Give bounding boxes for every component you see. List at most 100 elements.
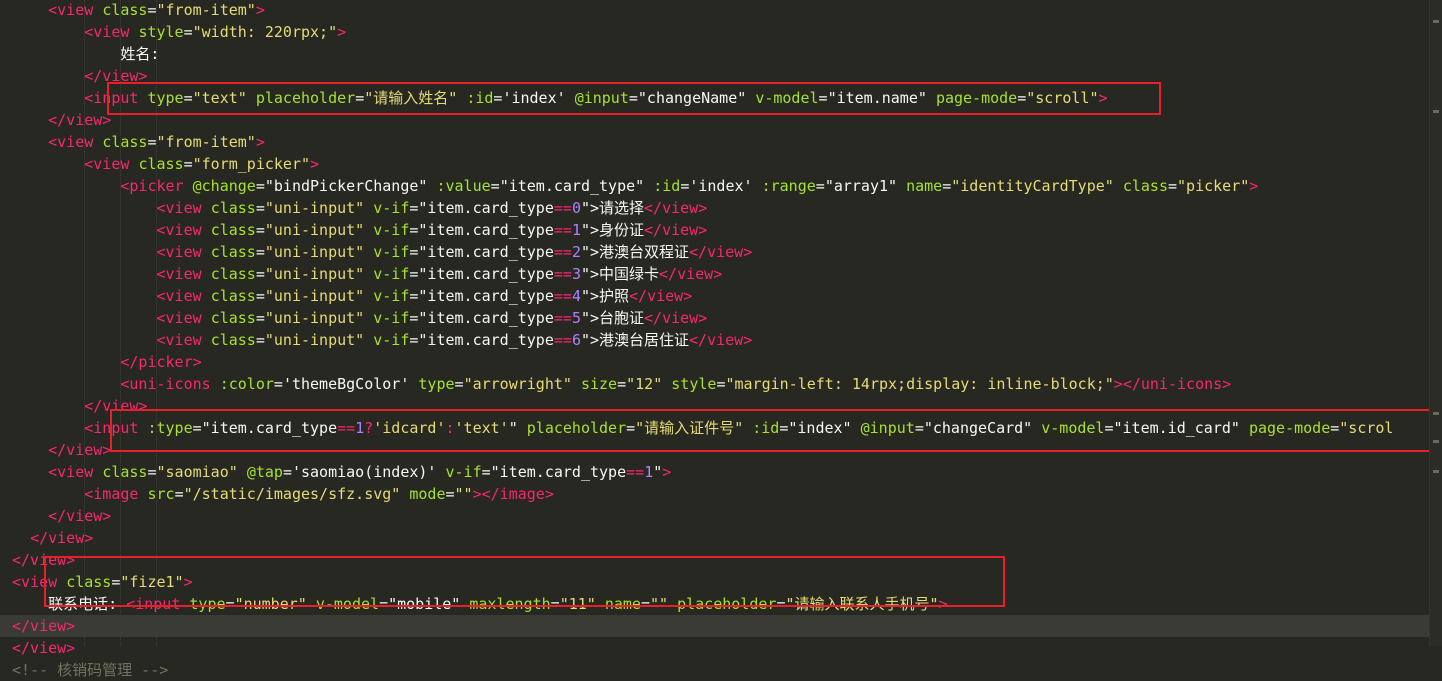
- code-line[interactable]: </view>: [0, 527, 1442, 549]
- code-line[interactable]: <view class="from-item">: [0, 0, 1442, 21]
- code-token: <view: [84, 23, 130, 41]
- code-line[interactable]: 姓名:: [0, 43, 1442, 65]
- code-token: <view: [48, 1, 94, 19]
- code-line[interactable]: </view>: [0, 637, 1442, 659]
- code-line[interactable]: <view class="uni-input" v-if="item.card_…: [0, 219, 1442, 241]
- code-token: "form_picker": [192, 155, 311, 173]
- scrollbar-marker: [1433, 412, 1439, 415]
- code-token: </view>: [689, 331, 753, 349]
- code-line[interactable]: <view class="uni-input" v-if="item.card_…: [0, 307, 1442, 329]
- code-line[interactable]: <view class="from-item">: [0, 131, 1442, 153]
- code-token: size: [580, 375, 618, 393]
- code-token: 5: [571, 309, 581, 327]
- code-line[interactable]: </view>: [0, 505, 1442, 527]
- code-token: <!-- 核销码管理 -->: [12, 661, 169, 679]
- code-token: =: [942, 177, 952, 195]
- code-token: <view: [156, 199, 202, 217]
- vertical-scrollbar[interactable]: [1429, 0, 1442, 646]
- code-line[interactable]: <view class="uni-input" v-if="item.card_…: [0, 241, 1442, 263]
- code-token: ">港澳台双程证: [580, 243, 690, 261]
- code-token: </view>: [30, 529, 94, 547]
- code-token: <image: [84, 485, 139, 503]
- code-line[interactable]: <view class="uni-input" v-if="item.card_…: [0, 329, 1442, 351]
- code-token: =: [147, 133, 157, 151]
- code-line[interactable]: <uni-icons :color='themeBgColor' type="a…: [0, 373, 1442, 395]
- code-token: class: [210, 243, 256, 261]
- code-token: </view>: [644, 309, 708, 327]
- code-token: ==: [553, 265, 572, 283]
- code-token: 1: [644, 463, 654, 481]
- code-token: =: [255, 309, 265, 327]
- code-token: "uni-input": [264, 221, 365, 239]
- code-token: =: [255, 265, 265, 283]
- code-token: class: [210, 309, 256, 327]
- code-token: 'themeBgColor': [282, 375, 410, 393]
- code-token: </view>: [48, 441, 112, 459]
- code-token: type: [418, 375, 455, 393]
- code-token: @tap: [246, 463, 283, 481]
- code-token: =: [147, 1, 157, 19]
- code-token: "item.card_type": [499, 177, 645, 195]
- code-token: 6: [571, 331, 581, 349]
- code-line[interactable]: <view class="uni-input" v-if="item.card_…: [0, 197, 1442, 219]
- code-token: <picker: [120, 177, 184, 195]
- code-line[interactable]: <image src="/static/images/sfz.svg" mode…: [0, 483, 1442, 505]
- code-token: ==: [553, 309, 572, 327]
- scrollbar-marker: [1433, 440, 1439, 443]
- code-line[interactable]: <view class="saomiao" @tap='saomiao(inde…: [0, 461, 1442, 483]
- code-token: <view: [48, 133, 94, 151]
- code-token: "/static/images/sfz.svg": [183, 485, 401, 503]
- code-token: "margin-left: 14rpx;display: inline-bloc…: [725, 375, 1114, 393]
- code-token: :value: [436, 177, 491, 195]
- code-line[interactable]: <picker @change="bindPickerChange" :valu…: [0, 175, 1442, 197]
- code-token: ==: [553, 331, 572, 349]
- code-token: v-if: [373, 221, 410, 239]
- scrollbar-marker: [1433, 470, 1439, 473]
- code-token: class: [102, 133, 148, 151]
- code-token: "arrowright": [463, 375, 572, 393]
- code-line[interactable]: <!-- 核销码管理 -->: [0, 659, 1442, 681]
- code-token: ">护照: [580, 287, 630, 305]
- code-token: 3: [571, 265, 581, 283]
- code-token: "12": [626, 375, 663, 393]
- code-token: =: [255, 331, 265, 349]
- code-token: "identityCardType": [951, 177, 1114, 195]
- code-token: v-if: [445, 463, 482, 481]
- code-token: =: [255, 199, 265, 217]
- code-line[interactable]: <view class="uni-input" v-if="item.card_…: [0, 263, 1442, 285]
- code-line[interactable]: <view style="width: 220rpx;">: [0, 21, 1442, 43]
- code-token: 4: [571, 287, 581, 305]
- code-token: ": [653, 463, 663, 481]
- code-line[interactable]: </picker>: [0, 351, 1442, 373]
- code-editor[interactable]: <view class="from-item"> <view style="wi…: [0, 0, 1442, 679]
- code-token: "uni-input": [264, 243, 365, 261]
- code-token: class: [210, 287, 256, 305]
- code-token: ></image>: [472, 485, 554, 503]
- code-line[interactable]: <view class="uni-input" v-if="item.card_…: [0, 285, 1442, 307]
- code-token: =: [815, 177, 825, 195]
- code-token: <view: [156, 309, 202, 327]
- code-line[interactable]: <view class="form_picker">: [0, 153, 1442, 175]
- code-token: 0: [571, 199, 581, 217]
- code-token: :id: [653, 177, 681, 195]
- code-line[interactable]: </view>: [0, 615, 1442, 637]
